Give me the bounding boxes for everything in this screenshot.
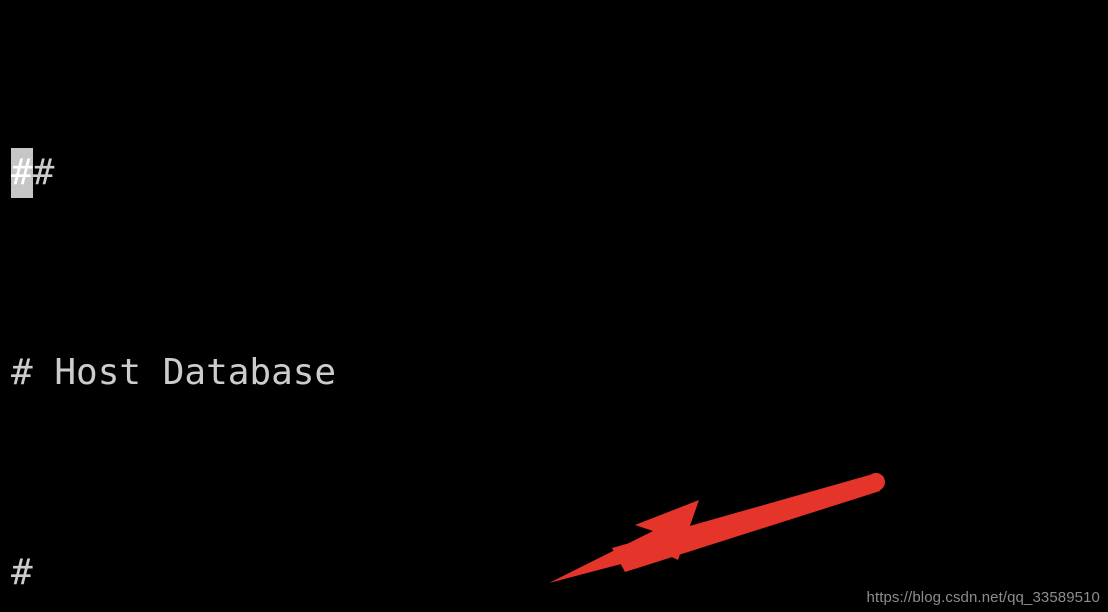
terminal-window[interactable]: ## # Host Database # # localhost is used…	[0, 0, 1108, 612]
terminal-line: # Host Database	[0, 348, 1108, 398]
text-cursor[interactable]: #	[11, 148, 33, 198]
terminal-line-text: # Host Database	[11, 352, 337, 393]
terminal-line-text: #	[11, 552, 33, 593]
terminal-text-area[interactable]: ## # Host Database # # localhost is used…	[0, 0, 1108, 612]
terminal-line: ##	[0, 148, 1108, 198]
terminal-line-text: #	[32, 152, 55, 193]
csdn-watermark: https://blog.csdn.net/qq_33589510	[866, 589, 1100, 606]
